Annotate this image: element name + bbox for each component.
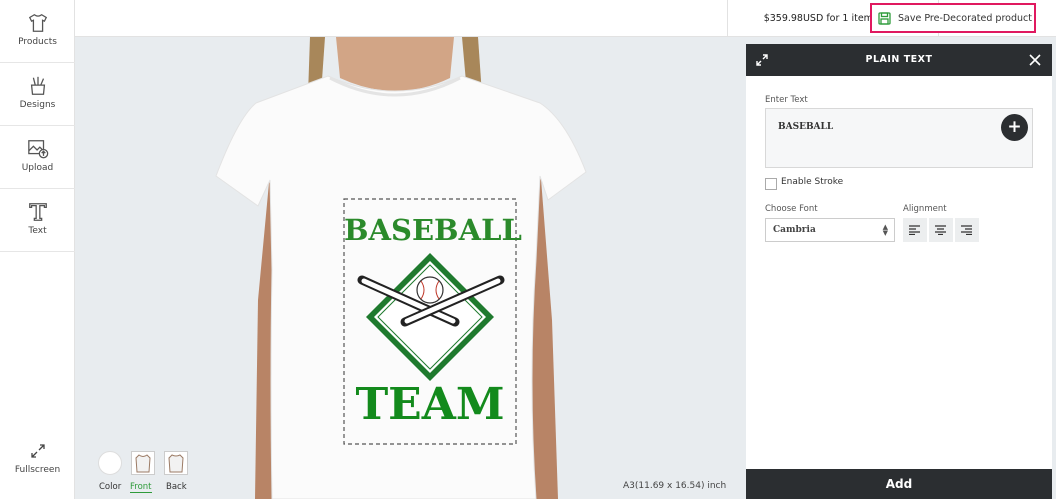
sidebar-item-text[interactable]: Text <box>0 189 75 252</box>
align-left-button[interactable] <box>903 218 927 242</box>
back-shirt-icon <box>168 454 184 473</box>
select-arrows-icon: ▲ ▼ <box>882 223 888 237</box>
sidebar-item-label: Upload <box>21 163 54 173</box>
sidebar-item-label: Products <box>18 37 57 47</box>
text-input-value: BASEBALL <box>778 122 834 132</box>
text-icon <box>28 203 47 221</box>
align-right-icon <box>961 225 972 235</box>
front-shirt-icon <box>135 454 151 473</box>
print-size-label: A3(11.69 x 16.54) inch <box>623 481 727 491</box>
price-value: $359.98USD <box>763 13 824 24</box>
left-sidebar: Products Designs Upload Text Fullscreen <box>0 0 75 499</box>
tshirt-icon <box>28 13 47 32</box>
align-center-icon <box>935 225 946 235</box>
model-neck <box>336 37 454 91</box>
save-label: Save Pre-Decorated product <box>898 12 1032 24</box>
enable-stroke-label: Enable Stroke <box>781 177 844 187</box>
enable-stroke-checkbox[interactable] <box>765 178 777 190</box>
add-text-line-button[interactable]: + <box>1001 114 1028 141</box>
save-pre-decorated-button[interactable]: Save Pre-Decorated product <box>870 3 1036 33</box>
panel-header: PLAIN TEXT <box>746 44 1052 76</box>
add-button[interactable]: Add <box>746 469 1052 499</box>
tab-back[interactable]: Back <box>166 482 187 492</box>
color-swatch-white[interactable] <box>98 451 122 475</box>
panel-title: PLAIN TEXT <box>865 54 933 65</box>
view-back-thumbnail[interactable] <box>164 451 188 475</box>
sidebar-item-products[interactable]: Products <box>0 0 75 63</box>
brushes-icon <box>30 76 45 95</box>
upload-image-icon <box>27 140 48 159</box>
design-text-line1[interactable]: BASEBALL <box>344 213 522 247</box>
alignment-label: Alignment <box>903 204 947 214</box>
design-text-line2[interactable]: TEAM <box>344 379 516 430</box>
fullscreen-icon <box>30 444 45 458</box>
enter-text-label: Enter Text <box>765 95 808 105</box>
tab-front[interactable]: Front <box>130 482 152 493</box>
top-bar: $359.98USD for 1 item(s) i Save Pre-Deco… <box>75 0 1056 37</box>
save-icon <box>878 11 891 25</box>
align-center-button[interactable] <box>929 218 953 242</box>
font-select[interactable]: Cambria ▲ ▼ <box>765 218 895 242</box>
sidebar-item-label: Text <box>28 226 47 236</box>
text-input[interactable]: BASEBALL + <box>765 108 1033 168</box>
view-front-thumbnail[interactable] <box>131 451 155 475</box>
align-left-icon <box>909 225 920 235</box>
fullscreen-label: Fullscreen <box>14 465 61 475</box>
close-icon[interactable] <box>1028 53 1042 67</box>
color-label: Color <box>99 482 122 492</box>
fullscreen-button[interactable]: Fullscreen <box>0 444 75 484</box>
font-select-value: Cambria <box>773 225 816 235</box>
design-canvas[interactable]: BASEBALL TEAM <box>75 37 746 499</box>
choose-font-label: Choose Font <box>765 204 818 214</box>
sidebar-item-upload[interactable]: Upload <box>0 126 75 189</box>
sidebar-item-designs[interactable]: Designs <box>0 63 75 126</box>
sidebar-item-label: Designs <box>19 100 56 110</box>
align-right-button[interactable] <box>955 218 979 242</box>
plain-text-panel: PLAIN TEXT Enter Text BASEBALL + Enable … <box>746 44 1052 499</box>
